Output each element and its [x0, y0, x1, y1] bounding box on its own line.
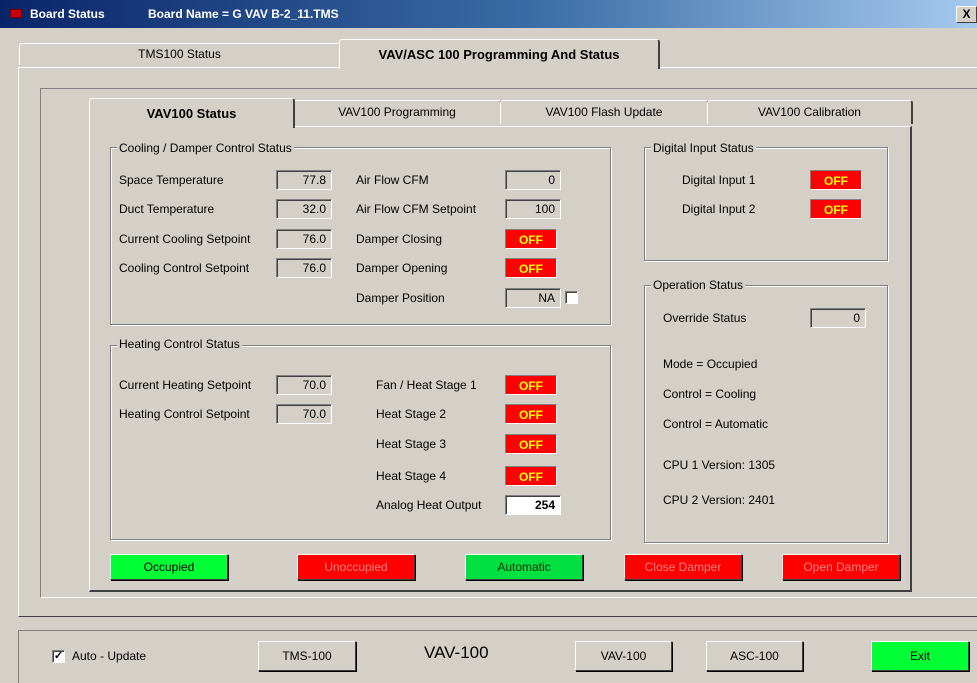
current-heating-setpoint-value: 70.0	[276, 375, 332, 395]
board-name: Board Name = G VAV B-2_11.TMS	[148, 7, 339, 21]
air-flow-label: Air Flow CFM	[356, 173, 429, 187]
window-title: Board Status	[30, 7, 105, 21]
heat-stage4-indicator: OFF	[505, 466, 557, 486]
tab-vav100-programming[interactable]: VAV100 Programming	[293, 100, 502, 124]
air-flow-setpoint-value: 100	[505, 199, 561, 219]
tms100-button[interactable]: TMS-100	[258, 641, 356, 671]
tab-vav100-status[interactable]: VAV100 Status	[89, 98, 295, 128]
operation-status-legend: Operation Status	[651, 278, 746, 292]
auto-update-label: Auto - Update	[72, 649, 147, 663]
heat-stage3-indicator: OFF	[505, 434, 557, 454]
space-temp-label: Space Temperature	[119, 173, 224, 187]
damper-position-value: NA	[505, 288, 561, 308]
duct-temp-label: Duct Temperature	[119, 202, 215, 216]
tab-vav100-calibration[interactable]: VAV100 Calibration	[707, 100, 913, 124]
override-status-value: 0	[810, 308, 866, 328]
heat-stage2-indicator: OFF	[505, 404, 557, 424]
damper-opening-indicator: OFF	[505, 258, 557, 278]
heat-stage3-label: Heat Stage 3	[376, 437, 447, 451]
digital-input2-label: Digital Input 2	[682, 202, 756, 216]
analog-heat-output-label: Analog Heat Output	[376, 498, 482, 512]
fan-heat-stage1-indicator: OFF	[505, 375, 557, 395]
damper-opening-label: Damper Opening	[356, 261, 448, 275]
air-flow-setpoint-label: Air Flow CFM Setpoint	[356, 202, 477, 216]
heating-control-setpoint-value: 70.0	[276, 404, 332, 424]
damper-position-checkbox[interactable]	[565, 291, 578, 304]
cpu1-version-text: CPU 1 Version: 1305	[663, 458, 776, 472]
open-damper-button[interactable]: Open Damper	[782, 554, 900, 580]
title-bar: Board Status Board Name = G VAV B-2_11.T…	[0, 0, 977, 28]
vav100-button[interactable]: VAV-100	[575, 641, 672, 671]
digital-input1-indicator: OFF	[810, 170, 862, 190]
damper-closing-indicator: OFF	[505, 229, 557, 249]
mode-text: Mode = Occupied	[663, 357, 758, 371]
unoccupied-button[interactable]: Unoccupied	[297, 554, 415, 580]
digital-input1-label: Digital Input 1	[682, 173, 756, 187]
heat-stage4-label: Heat Stage 4	[376, 469, 447, 483]
cpu2-version-text: CPU 2 Version: 2401	[663, 493, 776, 507]
cooling-control-setpoint-value: 76.0	[276, 258, 332, 278]
analog-heat-output-value: 254	[505, 495, 561, 515]
automatic-button[interactable]: Automatic	[465, 554, 583, 580]
heat-stage2-label: Heat Stage 2	[376, 407, 447, 421]
control-cooling-text: Control = Cooling	[663, 387, 757, 401]
close-damper-button[interactable]: Close Damper	[624, 554, 742, 580]
digital-input2-indicator: OFF	[810, 199, 862, 219]
fan-heat-stage1-label: Fan / Heat Stage 1	[376, 378, 477, 392]
bottom-bar	[18, 630, 977, 683]
asc100-button[interactable]: ASC-100	[706, 641, 803, 671]
heating-control-setpoint-label: Heating Control Setpoint	[119, 407, 250, 421]
auto-update-checkbox[interactable]: ✓	[52, 650, 65, 663]
app-icon	[10, 9, 22, 18]
damper-closing-label: Damper Closing	[356, 232, 443, 246]
space-temp-value: 77.8	[276, 170, 332, 190]
occupied-button[interactable]: Occupied	[110, 554, 228, 580]
close-icon[interactable]: X	[956, 6, 977, 23]
exit-button[interactable]: Exit	[871, 641, 969, 671]
digital-input-legend: Digital Input Status	[651, 141, 756, 155]
heating-group-legend: Heating Control Status	[117, 337, 242, 351]
cooling-group-legend: Cooling / Damper Control Status	[117, 141, 294, 155]
cooling-control-setpoint-label: Cooling Control Setpoint	[119, 261, 250, 275]
tab-tms100-status[interactable]: TMS100 Status	[19, 43, 341, 65]
control-automatic-text: Control = Automatic	[663, 417, 769, 431]
air-flow-value: 0	[505, 170, 561, 190]
override-status-label: Override Status	[663, 311, 747, 325]
current-cooling-setpoint-label: Current Cooling Setpoint	[119, 232, 251, 246]
current-heating-setpoint-label: Current Heating Setpoint	[119, 378, 252, 392]
damper-position-label: Damper Position	[356, 291, 445, 305]
tab-vav-asc-programming[interactable]: VAV/ASC 100 Programming And Status	[339, 39, 660, 69]
current-cooling-setpoint-value: 76.0	[276, 229, 332, 249]
tab-vav100-flash-update[interactable]: VAV100 Flash Update	[500, 100, 709, 124]
duct-temp-value: 32.0	[276, 199, 332, 219]
current-device-label: VAV-100	[424, 643, 489, 662]
